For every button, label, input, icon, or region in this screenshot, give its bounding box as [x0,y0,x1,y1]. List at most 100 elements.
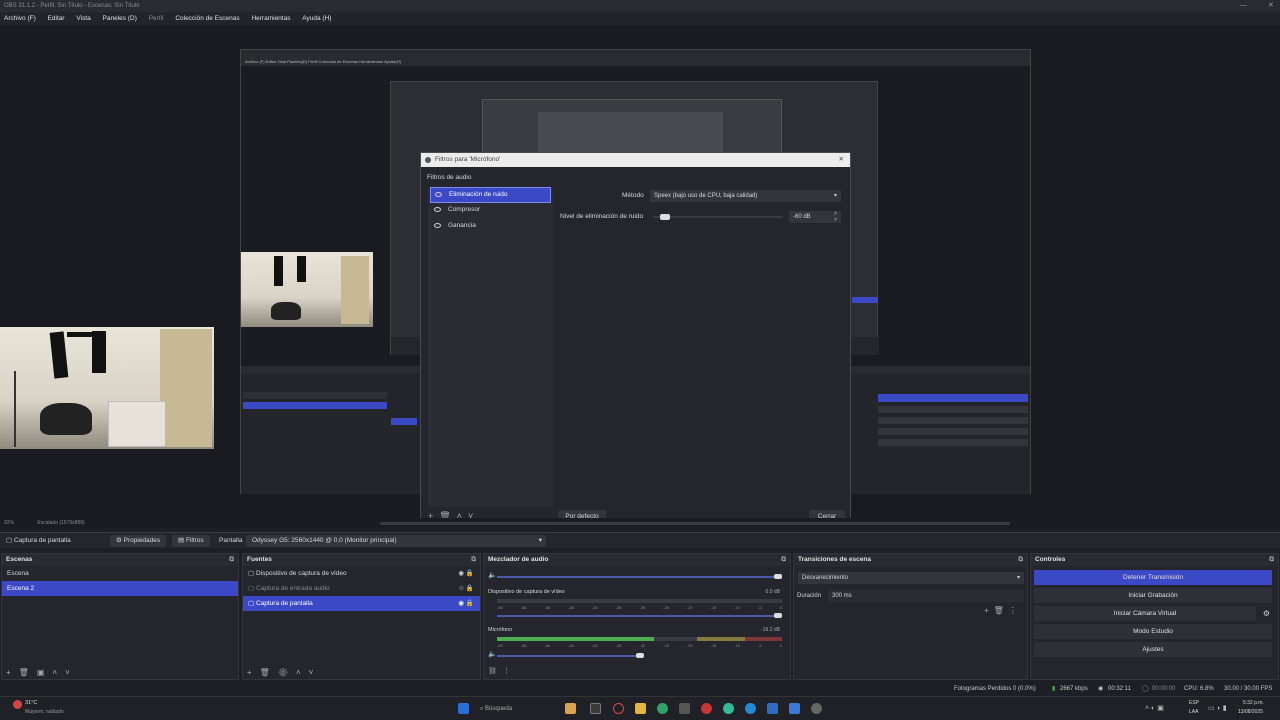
panel-menu-icon[interactable]: ⧉ [229,554,234,566]
slider-handle[interactable] [774,613,782,618]
visibility-lock-icon[interactable]: ⊘ 🔒 [459,581,474,596]
add-icon[interactable]: + [247,668,260,677]
slider-handle[interactable] [636,653,644,658]
up-icon[interactable]: ˄ [52,668,65,677]
source-item[interactable]: ▢ Dispositivo de captura de vídeo ◉ 🔒 [243,566,480,581]
volume-icon[interactable]: 🔈 [488,650,497,658]
stop-streaming-button[interactable]: Detener Transmisión [1034,570,1272,585]
add-icon[interactable]: + [984,606,994,615]
settings-app-icon[interactable] [811,703,822,714]
source-item[interactable]: ▢ Captura de entrada audio ⊘ 🔒 [243,581,480,596]
down-icon[interactable]: ˅ [65,668,78,677]
volume-icon[interactable]: 🔈 [488,571,497,579]
noise-level-slider[interactable] [653,214,783,220]
duration-spinbox[interactable]: 300 ms [828,590,1024,602]
dialog-close-icon[interactable]: ✕ [839,153,844,167]
controls-title: Controles ⧉ [1031,554,1278,566]
menu-archivo[interactable]: Archivo (F) [4,15,36,22]
properties-button[interactable]: ⚙ Propiedades [110,535,167,547]
preview-scrollbar[interactable] [380,522,1010,525]
volume-slider[interactable] [497,574,782,579]
trash-icon[interactable]: 🗑 [994,606,1009,615]
screen-select[interactable]: Odyssey G5: 2560x1440 @ 0,0 (Monitor pri… [246,535,546,547]
eye-icon[interactable] [435,192,442,197]
panel-menu-icon[interactable]: ⧉ [781,554,786,566]
windows-start-icon[interactable] [458,703,469,714]
search-box[interactable]: ⌕ Búsqueda [480,703,560,715]
minimize-icon[interactable]: — [1240,0,1247,12]
eye-icon[interactable] [434,207,441,212]
add-icon[interactable]: + [6,668,19,677]
chrome-icon[interactable] [723,703,734,714]
menu-vista[interactable]: Vista [76,15,90,22]
volume-slider[interactable] [497,613,782,618]
weather-icon[interactable] [13,700,22,709]
meter-tick-label: -20 [686,643,693,648]
panel-menu-icon[interactable]: ⧉ [471,554,476,566]
menu-perfil[interactable]: Perfil [149,15,164,22]
zoom-scale[interactable]: Escalado (1579x888) [37,520,84,526]
up-icon[interactable]: ˄ [296,668,309,677]
app-icon[interactable] [789,703,800,714]
panel-menu-icon[interactable]: ⧉ [1018,554,1023,566]
menu-ayuda[interactable]: Ayuda (H) [302,15,331,22]
visibility-lock-icon[interactable]: ◉ 🔒 [458,566,474,581]
scene-item[interactable]: Escena 2 [2,581,238,596]
meter-tick-label: -5 [758,605,762,610]
filter-item-compressor[interactable]: Compresor [430,203,551,219]
eye-icon[interactable] [434,223,441,228]
method-select[interactable]: Speex (bajo uso de CPU, baja calidad) ▾ [650,190,841,202]
menu-paneles[interactable]: Paneles (D) [103,15,137,22]
weather-text: Mayorm. nublado [25,709,64,715]
scene-item[interactable]: Escena [2,566,238,581]
transitions-title: Transiciones de escena ⧉ [794,554,1027,566]
system-tray-icons[interactable]: ▭ ◗ ▮ [1208,704,1227,712]
filter-icon[interactable]: ▣ [37,668,53,677]
close-icon[interactable]: ✕ [1268,0,1274,12]
app-icon[interactable] [590,703,601,714]
link-icon[interactable]: ⛓ [488,668,503,675]
clock-time[interactable]: 5:32 p.m. [1243,700,1264,706]
zoom-percent[interactable]: 92% [4,520,14,526]
app-icon[interactable] [613,703,624,714]
camera-preview[interactable] [0,327,214,449]
filter-item-noise[interactable]: Eliminación de ruido [430,187,551,203]
start-virtual-camera-button[interactable]: Iniciar Cámara Virtual [1034,606,1256,621]
calculator-icon[interactable] [679,703,690,714]
visibility-lock-icon[interactable]: ◉ 🔒 [458,596,474,611]
source-item[interactable]: ▢ Captura de pantalla ◉ 🔒 [243,596,480,611]
filters-button[interactable]: ▤ Filtros [172,535,210,547]
lang-2[interactable]: LAA [1189,709,1198,715]
transition-select[interactable]: Desvanecimiento ▾ [798,572,1024,584]
app-icon[interactable] [767,703,778,714]
tray-icons[interactable]: ˄ ◐ ▣ [1145,704,1164,712]
spin-arrows-icon[interactable]: ˄ ˅ [834,211,837,223]
volume-slider[interactable] [497,653,644,658]
more-icon[interactable]: ⋮ [1009,606,1022,615]
panel-menu-icon[interactable]: ⧉ [1269,554,1274,566]
menu-herramientas[interactable]: Herramientas [251,15,290,22]
widgets-icon[interactable] [565,703,576,714]
file-explorer-icon[interactable] [635,703,646,714]
slider-handle[interactable] [774,574,782,579]
down-icon[interactable]: ˅ [309,668,322,677]
menu-coleccion[interactable]: Colección de Escenas [175,15,239,22]
edge-icon[interactable] [657,703,668,714]
gear-icon[interactable]: ⚙ [1263,609,1270,618]
slider-handle[interactable] [659,214,670,220]
studio-mode-button[interactable]: Modo Estudio [1034,624,1272,639]
more-icon[interactable]: ⋮ [503,668,516,675]
start-recording-button[interactable]: Iniciar Grabación [1034,588,1272,603]
trash-icon[interactable]: 🗑 [260,668,278,677]
meter-ticks: -60 -55 -50 -45 -40 -35 -30 -25 -20 -15 -10 -5 0 [497,643,782,648]
browser-icon[interactable] [745,703,756,714]
obs-icon[interactable] [701,703,712,714]
trash-icon[interactable]: 🗑 [19,668,37,677]
settings-button[interactable]: Ajustes [1034,642,1272,657]
gear-icon[interactable]: ⚙ [278,668,296,677]
lang-1[interactable]: ESP [1189,700,1199,706]
menu-editar[interactable]: Editar [48,15,65,22]
clock-date[interactable]: 13/08/2025 [1238,709,1263,715]
noise-level-spinbox[interactable]: -60 dB ˄ ˅ [789,211,841,223]
filter-item-gain[interactable]: Ganancia [430,219,551,235]
